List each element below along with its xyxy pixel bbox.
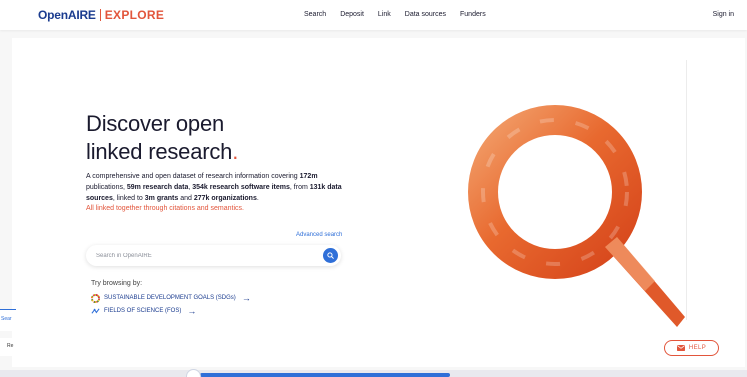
nav-deposit[interactable]: Deposit <box>340 11 364 18</box>
hero-title-line2: linked research <box>86 139 233 164</box>
browse-sdgs-label: SUSTAINABLE DEVELOPMENT GOALS (SDGs) <box>104 295 236 301</box>
hero-title-dot: . <box>232 139 239 164</box>
browse-label: Try browsing by: <box>91 280 143 287</box>
search-input[interactable] <box>96 249 316 262</box>
bottom-handle[interactable] <box>186 369 201 377</box>
browse-sdgs-link[interactable]: SUSTAINABLE DEVELOPMENT GOALS (SDGs) → <box>91 293 251 303</box>
nav-funders[interactable]: Funders <box>460 11 486 18</box>
search-button[interactable] <box>323 248 338 263</box>
logo-explore-text: EXPLORE <box>104 8 165 22</box>
hero-description: A comprehensive and open dataset of rese… <box>86 172 348 204</box>
sign-in-link[interactable]: Sign in <box>713 11 734 18</box>
advanced-search-link[interactable]: Advanced search <box>296 232 342 238</box>
desc-stat-grants: 3m grants <box>144 194 179 202</box>
panel-right-edge <box>686 60 687 320</box>
page: OpenAIRE EXPLORE Search Deposit Link Dat… <box>0 0 747 377</box>
arrow-right-icon: → <box>187 306 197 316</box>
search-icon <box>327 252 334 259</box>
desc-text: A comprehensive and open dataset of rese… <box>86 173 300 180</box>
desc-stat-software: 354k research software items <box>192 183 290 191</box>
desc-text: , from <box>289 183 310 191</box>
desc-text: . <box>256 194 259 202</box>
logo-divider <box>99 9 101 21</box>
help-label: HELP <box>688 345 707 351</box>
fos-icon <box>91 307 100 314</box>
hero-title: Discover open linked research. <box>86 110 238 166</box>
hero-accent-line: All linked together through citations an… <box>86 205 244 212</box>
openaire-explore-logo[interactable]: OpenAIRE EXPLORE <box>38 8 164 22</box>
browse-fos-label: FIELDS OF SCIENCE (FOS) <box>104 308 182 314</box>
nav-search[interactable]: Search <box>304 11 326 18</box>
desc-stat-research-data: 59m research data <box>126 183 189 191</box>
bottom-progress-bar <box>200 373 450 377</box>
top-navbar: OpenAIRE EXPLORE Search Deposit Link Dat… <box>0 0 747 30</box>
desc-text: , linked to <box>112 194 145 202</box>
nav-data-sources[interactable]: Data sources <box>405 11 446 18</box>
logo-openaire-text: OpenAIRE <box>38 8 96 22</box>
arrow-right-icon: → <box>241 293 251 303</box>
help-button[interactable]: HELP <box>664 340 719 356</box>
sdg-wheel-icon <box>91 293 100 303</box>
side-re-tab[interactable]: Re <box>0 338 16 356</box>
hero-title-line1: Discover open <box>86 111 225 136</box>
desc-stat-organizations: 277k organizations <box>193 194 257 202</box>
desc-text: publications, <box>86 183 127 191</box>
mail-icon <box>676 345 685 351</box>
nav-link[interactable]: Link <box>378 11 391 18</box>
search-bar <box>86 245 341 266</box>
browse-fos-link[interactable]: FIELDS OF SCIENCE (FOS) → <box>91 306 196 316</box>
desc-text: and <box>178 194 194 202</box>
magnifier-illustration <box>468 105 685 327</box>
side-search-tab[interactable]: Sear <box>0 309 16 331</box>
main-nav: Search Deposit Link Data sources Funders <box>304 11 500 18</box>
desc-stat-publications-count: 172m <box>299 173 318 180</box>
